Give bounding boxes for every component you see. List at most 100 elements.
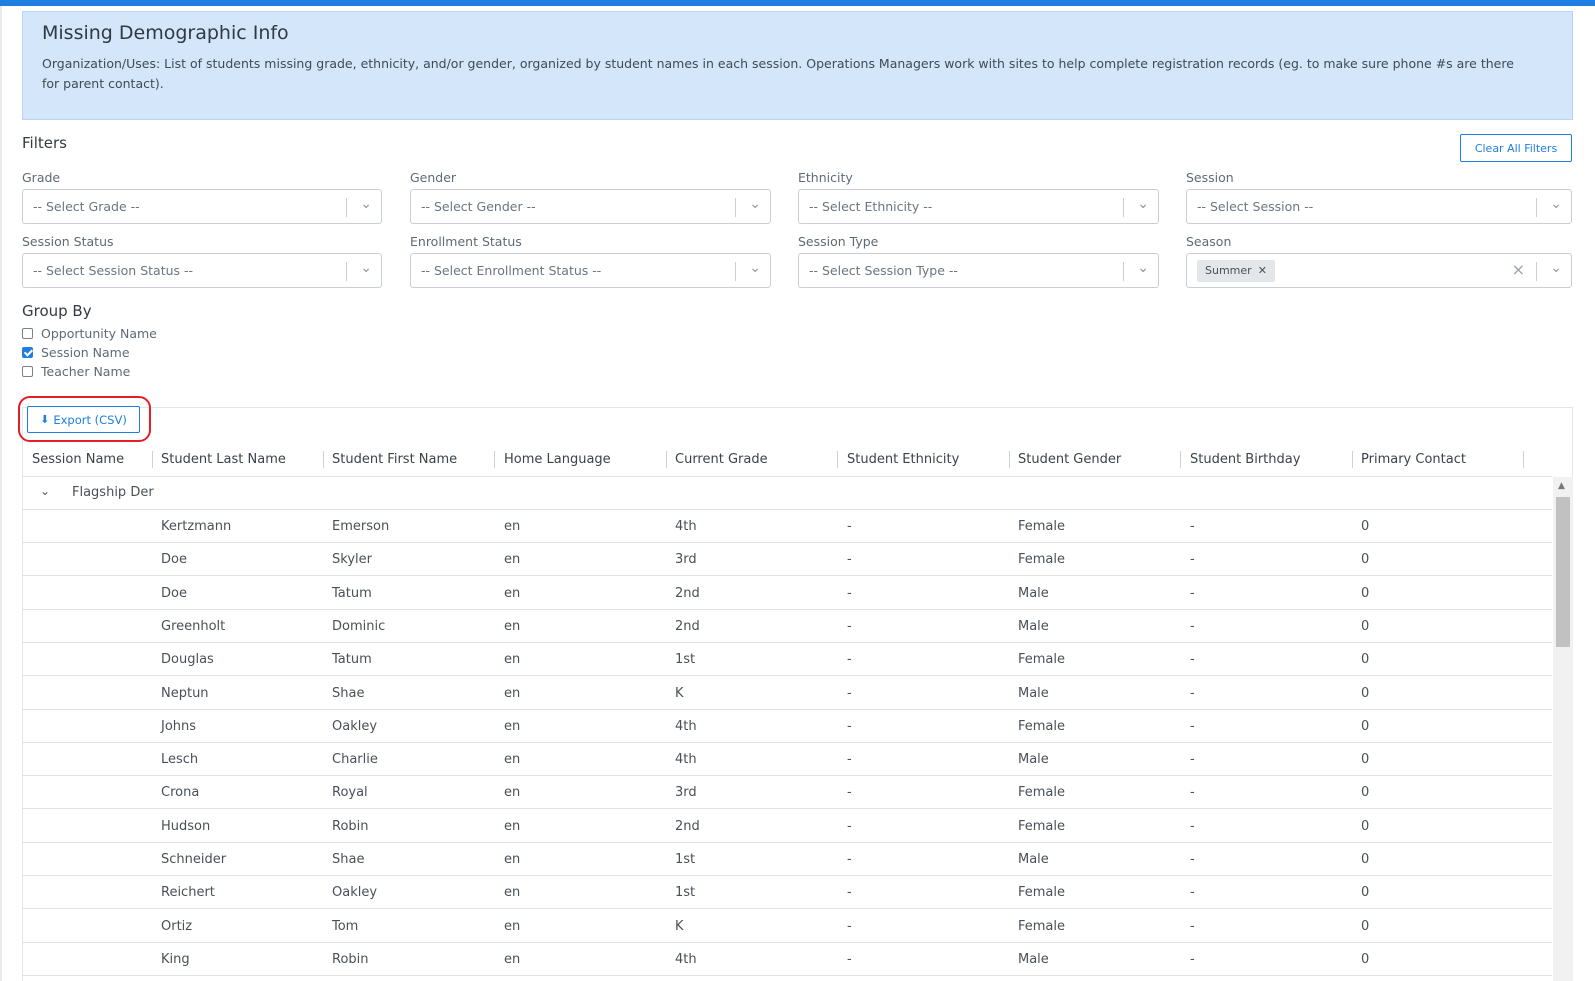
current-grade-cell: K xyxy=(675,918,684,934)
enrollment-status-label: Enrollment Status xyxy=(410,234,522,249)
table-row[interactable]: Schneider Shae en 1st - Male - 0 xyxy=(22,843,1552,876)
scroll-up-icon[interactable]: ▲ xyxy=(1558,481,1565,491)
table-row[interactable]: Neptun Shae en K - Male - 0 xyxy=(22,677,1552,710)
primary-contact-cell: 0 xyxy=(1361,752,1370,768)
group-row[interactable]: ⌄ Flagship Der xyxy=(22,477,1552,510)
column-header[interactable]: Student Gender xyxy=(1018,443,1121,477)
season-select[interactable]: Summer ✕ × ⌄ xyxy=(1186,253,1572,288)
current-grade-cell: 4th xyxy=(675,752,697,768)
table-row[interactable]: Crona Royal en 3rd - Female - 0 xyxy=(22,776,1552,810)
column-header[interactable]: Session Name xyxy=(32,443,124,477)
session-select[interactable]: -- Select Session -- ⌄ xyxy=(1186,189,1572,224)
current-grade-cell: 4th xyxy=(675,519,697,534)
column-resize-handle[interactable] xyxy=(837,451,838,468)
season-tag: Summer ✕ xyxy=(1197,260,1275,282)
group-by-opportunity-option[interactable]: Opportunity Name xyxy=(22,326,157,341)
ethnicity-cell: - xyxy=(847,618,852,634)
column-header[interactable]: Student Ethnicity xyxy=(847,443,959,477)
page-description: Organization/Uses: List of students miss… xyxy=(42,56,1514,91)
column-resize-handle[interactable] xyxy=(152,451,153,468)
gender-cell: Male xyxy=(1018,752,1049,768)
primary-contact-cell: 0 xyxy=(1361,652,1370,668)
table-row[interactable]: Douglas Tatum en 1st - Female - 0 xyxy=(22,643,1552,677)
session-type-select[interactable]: -- Select Session Type -- ⌄ xyxy=(798,253,1159,288)
home-language-cell: en xyxy=(504,785,521,801)
gender-select[interactable]: -- Select Gender -- ⌄ xyxy=(410,189,771,224)
home-language-cell: en xyxy=(504,552,521,568)
table-row[interactable]: Ortiz Tom en K - Female - 0 xyxy=(22,910,1552,943)
chevron-down-icon[interactable]: ⌄ xyxy=(749,260,761,276)
teacher-name-label: Teacher Name xyxy=(41,364,131,379)
column-header[interactable]: Student First Name xyxy=(332,443,457,477)
last-name-cell: Greenholt xyxy=(161,618,226,634)
home-language-cell: en xyxy=(504,885,521,901)
chevron-down-icon[interactable]: ⌄ xyxy=(1550,196,1562,212)
table-row[interactable]: Reichert Oakley en 1st - Female - 0 xyxy=(22,876,1552,910)
remove-tag-icon[interactable]: ✕ xyxy=(1258,264,1267,277)
table-row[interactable]: Doe Tatum en 2nd - Male - 0 xyxy=(22,577,1552,610)
column-resize-handle[interactable] xyxy=(666,451,667,468)
vertical-scrollbar[interactable]: ▲ xyxy=(1553,477,1573,981)
column-header[interactable]: Student Birthday xyxy=(1190,443,1300,477)
current-grade-cell: 2nd xyxy=(675,818,700,834)
column-header[interactable]: Current Grade xyxy=(675,443,768,477)
birthday-cell: - xyxy=(1190,885,1195,901)
teacher-name-checkbox[interactable] xyxy=(22,366,33,377)
group-by-teacher-option[interactable]: Teacher Name xyxy=(22,364,130,379)
column-resize-handle[interactable] xyxy=(1180,451,1181,468)
birthday-cell: - xyxy=(1190,818,1195,834)
column-resize-handle[interactable] xyxy=(1009,451,1010,468)
scrollbar-thumb[interactable] xyxy=(1556,497,1570,647)
chevron-down-icon[interactable]: ⌄ xyxy=(1550,260,1562,276)
column-resize-handle[interactable] xyxy=(323,451,324,468)
last-name-cell: Hudson xyxy=(161,818,211,834)
ethnicity-select[interactable]: -- Select Ethnicity -- ⌄ xyxy=(798,189,1159,224)
table-row[interactable]: Greenholt Dominic en 2nd - Male - 0 xyxy=(22,610,1552,643)
opportunity-name-checkbox[interactable] xyxy=(22,328,33,339)
table-row[interactable]: Hudson Robin en 2nd - Female - 0 xyxy=(22,810,1552,843)
enrollment-status-select[interactable]: -- Select Enrollment Status -- ⌄ xyxy=(410,253,771,288)
ethnicity-cell: - xyxy=(847,918,852,934)
first-name-cell: Tatum xyxy=(332,585,372,601)
table-row[interactable]: Lesch Charlie en 4th - Male - 0 xyxy=(22,743,1552,777)
session-status-select[interactable]: -- Select Session Status -- ⌄ xyxy=(22,253,382,288)
first-name-cell: Skyler xyxy=(332,552,372,568)
column-resize-handle[interactable] xyxy=(1352,451,1353,468)
chevron-down-icon[interactable]: ⌄ xyxy=(1137,260,1149,276)
clear-icon[interactable]: × xyxy=(1512,260,1525,279)
column-resize-handle[interactable] xyxy=(494,451,495,468)
table-row[interactable]: King Robin en 4th - Male - 0 xyxy=(22,943,1552,976)
current-grade-cell: 4th xyxy=(675,718,697,734)
chevron-down-icon[interactable]: ⌄ xyxy=(40,484,50,498)
primary-contact-cell: 0 xyxy=(1361,785,1370,801)
chevron-down-icon[interactable]: ⌄ xyxy=(360,196,372,212)
last-name-cell: Douglas xyxy=(161,652,214,668)
ethnicity-cell: - xyxy=(847,519,852,534)
ethnicity-label: Ethnicity xyxy=(798,170,853,185)
home-language-cell: en xyxy=(504,852,521,867)
chevron-down-icon[interactable]: ⌄ xyxy=(1137,196,1149,212)
select-separator xyxy=(735,198,736,217)
column-resize-handle[interactable] xyxy=(1523,451,1524,468)
chevron-down-icon[interactable]: ⌄ xyxy=(360,260,372,276)
table-row[interactable]: Johns Oakley en 4th - Female - 0 xyxy=(22,710,1552,743)
ethnicity-cell: - xyxy=(847,718,852,734)
primary-contact-cell: 0 xyxy=(1361,519,1370,534)
birthday-cell: - xyxy=(1190,685,1195,701)
table-row[interactable]: Doe Skyler en 3rd - Female - 0 xyxy=(22,543,1552,577)
group-by-session-option[interactable]: Session Name xyxy=(22,345,130,360)
column-header[interactable]: Student Last Name xyxy=(161,443,286,477)
clear-all-filters-button[interactable]: Clear All Filters xyxy=(1460,134,1572,162)
table-row[interactable]: Kertzmann Emerson en 4th - Female - 0 xyxy=(22,510,1552,543)
grade-select[interactable]: -- Select Grade -- ⌄ xyxy=(22,189,382,224)
chevron-down-icon[interactable]: ⌄ xyxy=(749,196,761,212)
first-name-cell: Robin xyxy=(332,818,369,834)
column-header[interactable]: Home Language xyxy=(504,443,611,477)
current-grade-cell: 2nd xyxy=(675,618,700,634)
first-name-cell: Emerson xyxy=(332,519,390,534)
column-header[interactable]: Primary Contact xyxy=(1361,443,1466,477)
session-name-checkbox[interactable] xyxy=(22,347,33,358)
season-label: Season xyxy=(1186,234,1232,249)
grade-placeholder: -- Select Grade -- xyxy=(33,199,140,214)
gender-cell: Male xyxy=(1018,585,1049,601)
